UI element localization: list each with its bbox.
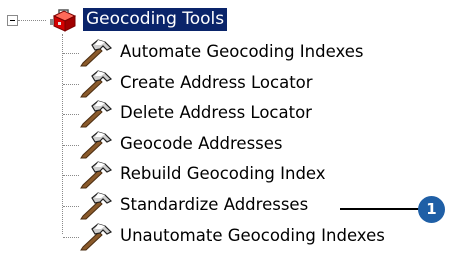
tree-line-horizontal [63,175,79,176]
callout-leader-line [340,208,423,210]
tool-item[interactable]: Rebuild Geocoding Index [0,160,449,190]
tool-item[interactable]: Geocode Addresses [0,130,449,160]
hammer-icon [79,100,113,128]
hammer-icon [79,39,113,67]
hammer-icon [79,70,113,98]
tool-item-label: Delete Address Locator [120,103,312,122]
tree-line-horizontal [63,53,79,54]
tool-item[interactable]: Standardize Addresses [0,191,449,221]
tool-item-label: Geocode Addresses [120,134,283,153]
tree-line-horizontal [63,237,79,238]
tool-item-label: Create Address Locator [120,73,313,92]
callout-badge: 1 [418,196,445,223]
tree-line-horizontal [63,145,79,146]
tool-item[interactable]: Unautomate Geocoding Indexes [0,222,449,252]
collapse-toggle[interactable] [7,15,18,26]
tool-item[interactable]: Create Address Locator [0,69,449,99]
tool-item-label: Unautomate Geocoding Indexes [120,226,385,245]
tool-item-label: Rebuild Geocoding Index [120,164,326,183]
toolbox-icon[interactable] [48,7,78,33]
hammer-icon [79,192,113,220]
tree-root-label[interactable]: Geocoding Tools [83,8,228,31]
tree-line-horizontal [63,84,79,85]
tool-item[interactable]: Automate Geocoding Indexes [0,38,449,68]
tool-item-label: Automate Geocoding Indexes [120,42,364,61]
tool-item-label: Standardize Addresses [120,195,309,214]
hammer-icon [79,131,113,159]
hammer-icon [79,161,113,189]
tool-item[interactable]: Delete Address Locator [0,99,449,129]
tree-line-horizontal [63,206,79,207]
tree-line-root-horizontal [18,20,46,21]
tree-line-horizontal [63,114,79,115]
